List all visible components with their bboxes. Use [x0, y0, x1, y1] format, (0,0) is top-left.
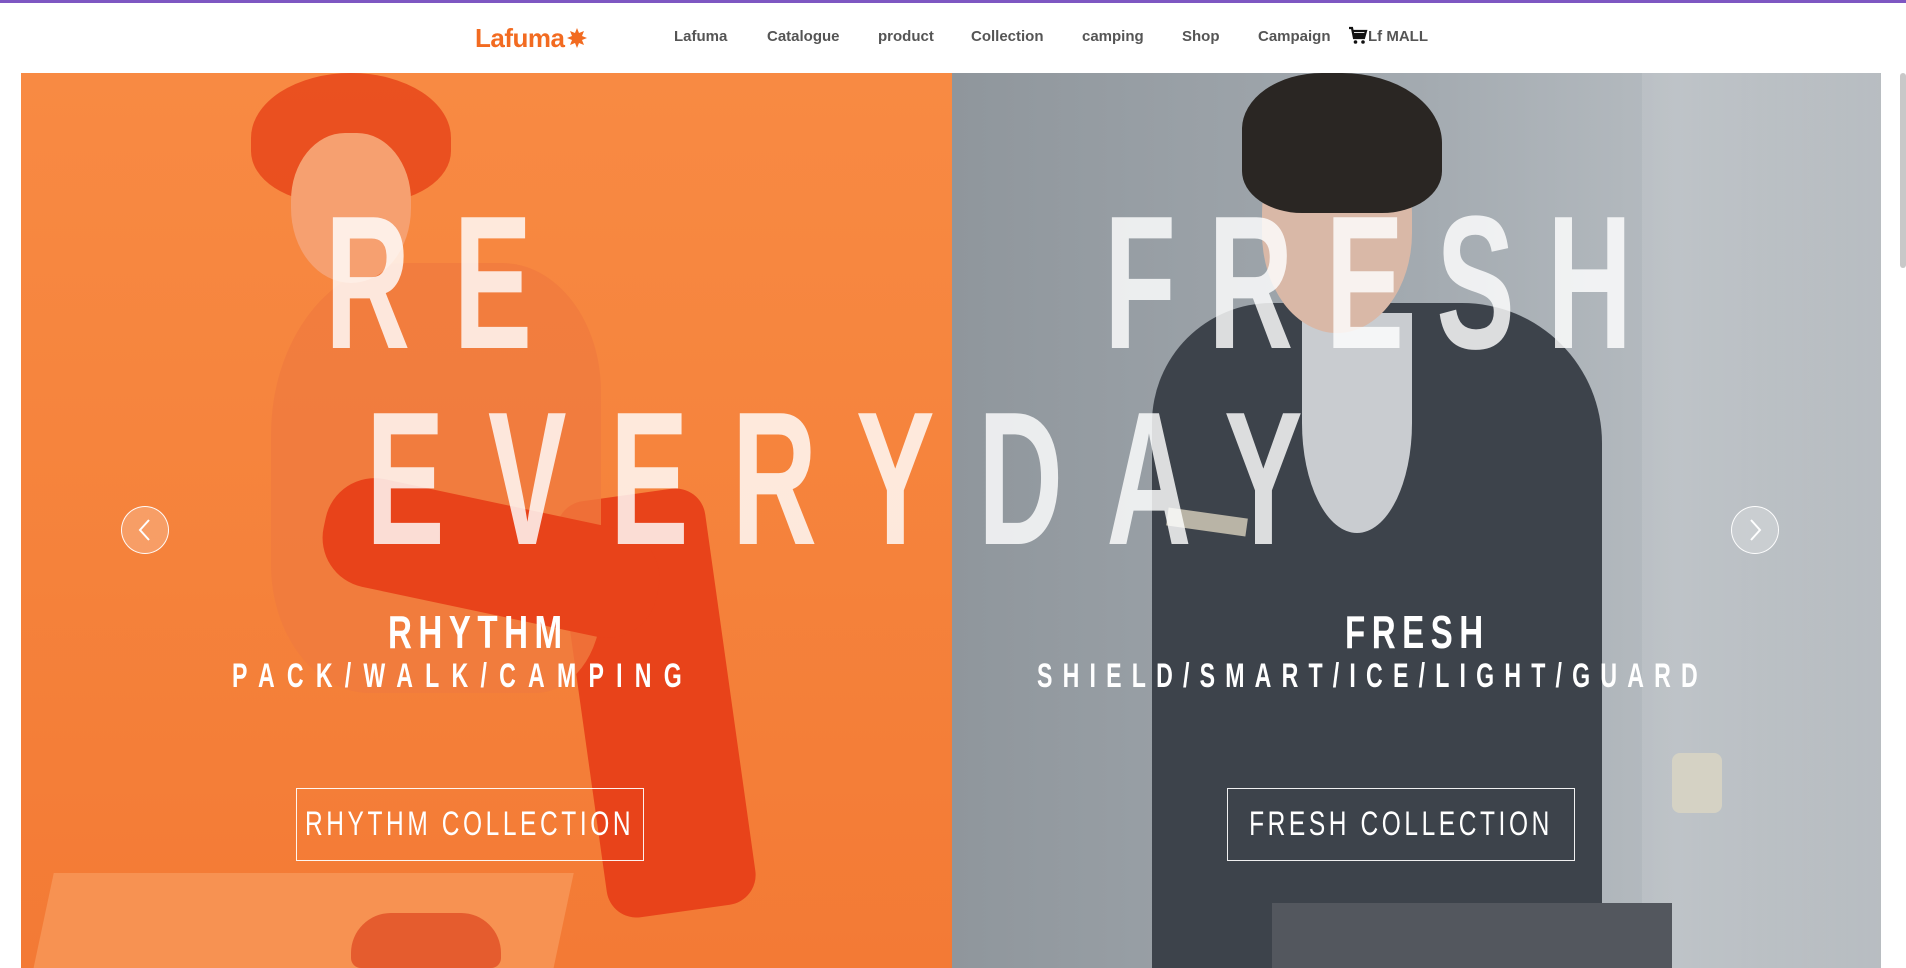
nav-item-lafuma[interactable]: Lafuma: [674, 28, 727, 45]
rhythm-subtitle: PACK/WALK/CAMPING: [232, 657, 694, 695]
model-man-pants: [1272, 903, 1672, 968]
nav-item-collection[interactable]: Collection: [971, 28, 1044, 45]
fresh-collection-label: FRESH COLLECTION: [1249, 805, 1553, 843]
headline-re: RE: [325, 177, 576, 389]
chevron-right-icon: [1750, 519, 1762, 541]
cart-icon: [1349, 26, 1368, 44]
fresh-title: FRESH: [1345, 606, 1490, 658]
scrollbar-thumb[interactable]: [1900, 73, 1906, 268]
slider-prev-button[interactable]: [121, 506, 169, 554]
main-nav: Lafuma Catalogue product Collection camp…: [0, 3, 1906, 73]
site-header: Lafuma Lafuma Catalogue product Collecti…: [0, 3, 1906, 73]
nav-item-lf-mall[interactable]: Lf MALL: [1348, 26, 1428, 46]
headline-everyday: EVERYDAY: [366, 373, 1347, 585]
fresh-subtitle: SHIELD/SMART/ICE/LIGHT/GUARD: [1037, 657, 1708, 695]
nav-item-product[interactable]: product: [878, 28, 934, 45]
rhythm-collection-button[interactable]: RHYTHM COLLECTION: [296, 788, 644, 861]
chevron-left-icon: [138, 519, 150, 541]
model-woman-shoe: [351, 913, 501, 968]
nav-mall-label: Lf MALL: [1368, 27, 1428, 45]
nav-item-catalogue[interactable]: Catalogue: [767, 28, 840, 45]
rhythm-collection-label: RHYTHM COLLECTION: [305, 805, 635, 843]
headline-fresh: FRESH: [1104, 177, 1665, 389]
fresh-collection-button[interactable]: FRESH COLLECTION: [1227, 788, 1575, 861]
nav-item-campaign[interactable]: Campaign: [1258, 28, 1331, 45]
nav-item-shop[interactable]: Shop: [1182, 28, 1220, 45]
rhythm-title: RHYTHM: [388, 606, 569, 658]
model-man-watch: [1672, 753, 1722, 813]
slider-next-button[interactable]: [1731, 506, 1779, 554]
nav-item-camping[interactable]: camping: [1082, 28, 1144, 45]
